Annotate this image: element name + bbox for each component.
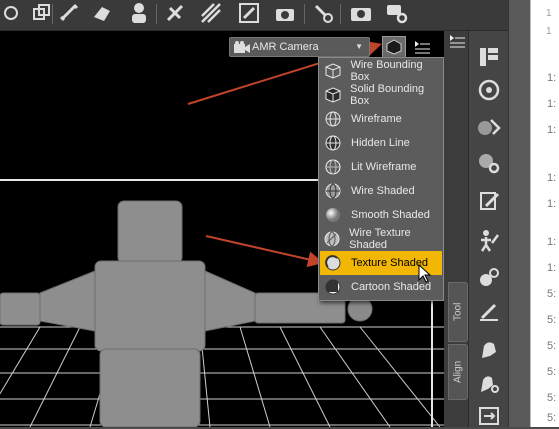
render-icon[interactable] bbox=[348, 0, 374, 26]
edit-image-icon[interactable] bbox=[236, 0, 262, 26]
pane-icon-column bbox=[468, 31, 509, 427]
split-icon[interactable] bbox=[475, 401, 503, 429]
rotate-icon[interactable] bbox=[0, 0, 26, 26]
tab-tool[interactable]: Tool bbox=[448, 282, 468, 342]
smooth-shaded-icon bbox=[323, 205, 343, 225]
gutter-row: 5: bbox=[547, 366, 557, 378]
gutter-row: 1: bbox=[547, 124, 557, 136]
wire-texture-shaded-icon bbox=[323, 229, 341, 249]
gutter-row: 5: bbox=[547, 314, 557, 326]
gutter-row: 1: bbox=[547, 262, 557, 274]
tab-align-label: Align bbox=[452, 360, 464, 384]
cursor-icon bbox=[418, 264, 432, 283]
bone-tool-icon[interactable] bbox=[56, 0, 82, 26]
camera-snapshot-icon[interactable] bbox=[272, 0, 298, 26]
background-document: 1 1 1: 1: 1: 1: 1: 1: 1: 5: 5: 5: 5: 5: … bbox=[530, 0, 559, 427]
menu-item-wire-bounding-box[interactable]: Wire Bounding Box bbox=[320, 59, 442, 83]
wire-shaded-icon bbox=[323, 181, 343, 201]
menu-item-label: Wire Texture Shaded bbox=[349, 227, 411, 251]
menu-item-label: Solid Bounding Box bbox=[350, 83, 425, 107]
gutter-row: 1: bbox=[547, 236, 557, 248]
menu-item-hidden-line[interactable]: Hidden Line bbox=[320, 131, 442, 155]
muscle-icon[interactable] bbox=[475, 335, 503, 363]
gutter-row: 1: bbox=[547, 72, 557, 84]
wire-bounding-box-icon bbox=[323, 61, 342, 81]
target-icon[interactable] bbox=[475, 76, 503, 104]
tab-align[interactable]: Align bbox=[448, 344, 468, 400]
main-toolbar bbox=[0, 0, 512, 31]
texture-shaded-icon bbox=[323, 253, 343, 273]
ball-tool-icon[interactable] bbox=[475, 263, 503, 291]
gutter-row: 5: bbox=[547, 288, 557, 300]
camera-select[interactable]: AMR Camera ▼ bbox=[229, 37, 370, 57]
chevron-down-icon: ▼ bbox=[355, 42, 363, 51]
frame-icon[interactable] bbox=[28, 0, 54, 26]
menu-item-label: Wireframe bbox=[351, 113, 402, 125]
pencil-ruler-icon[interactable] bbox=[475, 297, 503, 325]
hidden-line-icon bbox=[323, 133, 343, 153]
gutter-row: 1: bbox=[547, 198, 557, 210]
window-scrollbar[interactable] bbox=[508, 0, 531, 427]
menu-item-label: Wire Shaded bbox=[351, 185, 415, 197]
shader-gear-icon[interactable] bbox=[475, 149, 503, 177]
gutter-row: 1: bbox=[547, 98, 557, 110]
wireframe-icon bbox=[323, 109, 343, 129]
menu-item-wireframe[interactable]: Wireframe bbox=[320, 107, 442, 131]
menu-item-label: Smooth Shaded bbox=[351, 209, 430, 221]
menu-lines-icon bbox=[415, 41, 430, 54]
gutter-mark: 1 bbox=[546, 8, 552, 19]
menu-item-wire-texture-shaded[interactable]: Wire Texture Shaded bbox=[320, 227, 442, 251]
menu-item-solid-bounding-box[interactable]: Solid Bounding Box bbox=[320, 83, 442, 107]
menu-item-lit-wireframe[interactable]: Lit Wireframe bbox=[320, 155, 442, 179]
cube-icon bbox=[386, 39, 402, 55]
panel-menu-icon[interactable] bbox=[448, 33, 466, 49]
render-settings-icon[interactable] bbox=[310, 0, 336, 26]
draw-style-button[interactable] bbox=[382, 36, 406, 58]
edit-doc-icon[interactable] bbox=[475, 187, 503, 215]
cartoon-shaded-icon bbox=[323, 277, 343, 297]
gutter-row: 5: bbox=[547, 412, 557, 424]
camera-icon bbox=[234, 41, 250, 53]
lit-wireframe-icon bbox=[323, 157, 343, 177]
solid-bounding-box-icon bbox=[323, 85, 342, 105]
figure-tool-icon[interactable] bbox=[126, 0, 152, 26]
menu-item-smooth-shaded[interactable]: Smooth Shaded bbox=[320, 203, 442, 227]
menu-item-wire-shaded[interactable]: Wire Shaded bbox=[320, 179, 442, 203]
brush-tool-icon[interactable] bbox=[90, 0, 116, 26]
pose-figure-icon[interactable] bbox=[475, 227, 503, 255]
tab-tool-label: Tool bbox=[452, 302, 464, 322]
gutter-row: 5: bbox=[547, 392, 557, 404]
gutter-row: 1: bbox=[547, 172, 557, 184]
menu-item-label: Hidden Line bbox=[351, 137, 410, 149]
hatch-tool-icon[interactable] bbox=[198, 0, 224, 26]
layout-icon[interactable] bbox=[475, 43, 503, 71]
gutter-mark: 1 bbox=[546, 26, 552, 37]
render-gear-icon[interactable] bbox=[384, 0, 410, 26]
node-tool-icon[interactable] bbox=[162, 0, 188, 26]
menu-item-label: Lit Wireframe bbox=[351, 161, 417, 173]
gutter-row: 5: bbox=[547, 340, 557, 352]
viewport-menu-button[interactable] bbox=[410, 36, 434, 58]
muscle-gear-icon[interactable] bbox=[475, 369, 503, 397]
surfaces-icon[interactable] bbox=[475, 113, 503, 141]
camera-label: AMR Camera bbox=[252, 41, 319, 53]
menu-item-label: Texture Shaded bbox=[351, 257, 429, 269]
menu-item-label: Wire Bounding Box bbox=[350, 59, 423, 83]
